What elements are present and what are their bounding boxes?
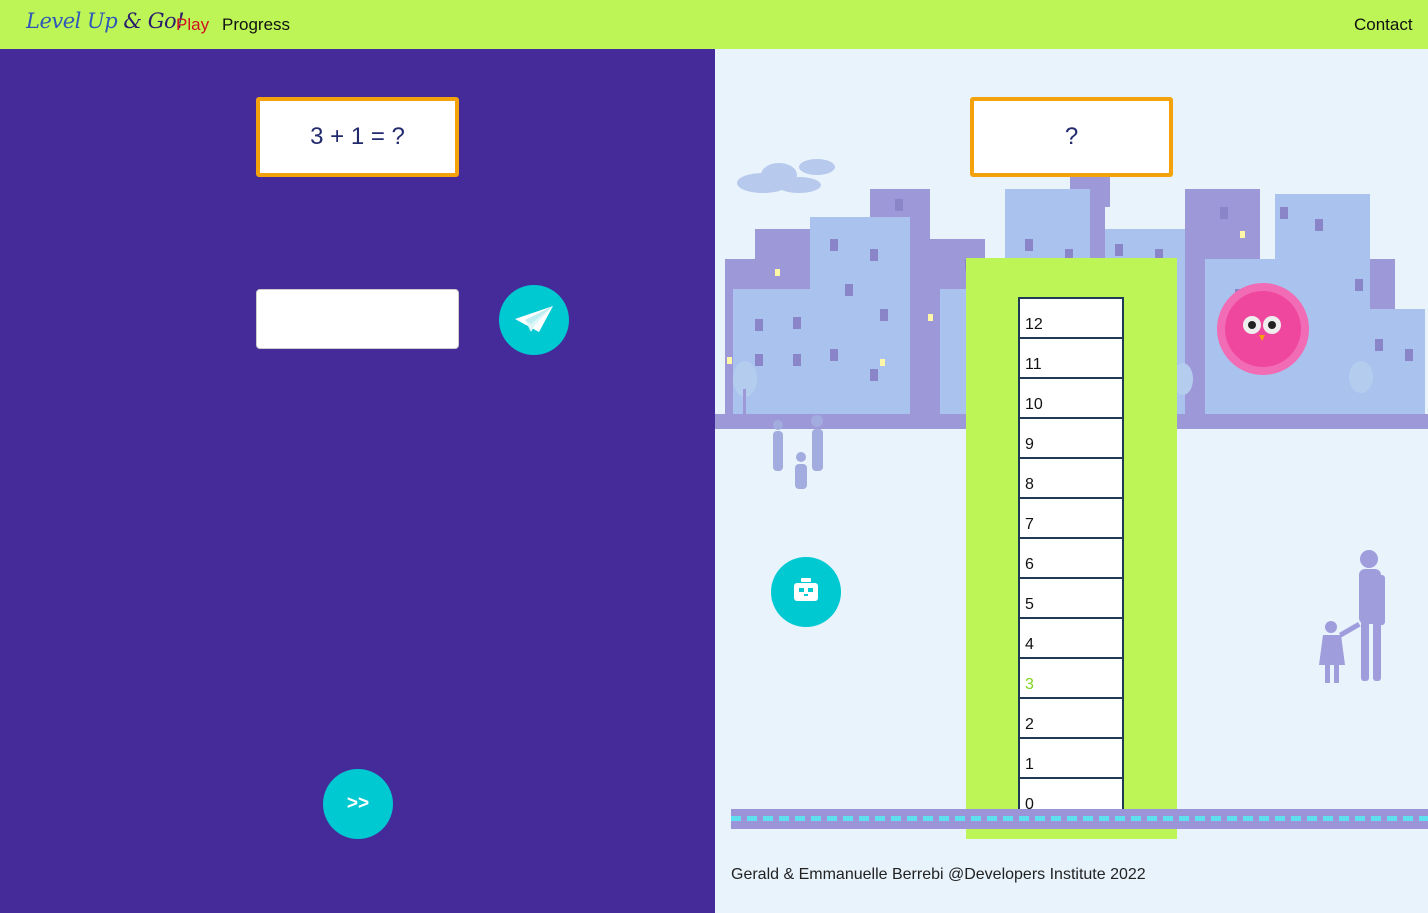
ladder-level: 12 <box>1020 299 1122 339</box>
ladder-level: 4 <box>1020 619 1122 659</box>
ladder-level: 2 <box>1020 699 1122 739</box>
submit-answer-button[interactable] <box>499 285 569 355</box>
footer-credit: Gerald & Emmanuelle Berrebi @Developers … <box>731 866 1146 883</box>
brand-ampersand: & <box>123 9 142 33</box>
nav-link-play[interactable]: Play <box>176 15 209 35</box>
brand-text-part1: Level Up <box>26 9 124 33</box>
paper-plane-icon <box>513 304 555 337</box>
ladder-level: 3 <box>1020 659 1122 699</box>
brand-logo[interactable]: Level Up & Go! <box>26 9 185 33</box>
nav-link-progress[interactable]: Progress <box>222 15 290 35</box>
ladder-level: 10 <box>1020 379 1122 419</box>
question-box: 3 + 1 = ? <box>256 97 459 177</box>
ladder-level: 5 <box>1020 579 1122 619</box>
nav-link-contact[interactable]: Contact <box>1354 15 1413 35</box>
family-silhouette-illustration <box>1319 550 1385 683</box>
ladder-level: 7 <box>1020 499 1122 539</box>
top-navbar: Level Up & Go! Play Progress Contact <box>0 0 1428 49</box>
ladder-level: 6 <box>1020 539 1122 579</box>
ladder-level: 1 <box>1020 739 1122 779</box>
robot-helper-button[interactable] <box>771 557 841 627</box>
level-panel: ? 1211109876543210 Gerald & <box>715 49 1428 913</box>
ground-track <box>731 809 1428 829</box>
level-ladder: 12 11 10 9 8 7 6 5 4 3 2 1 0 <box>1018 297 1124 819</box>
pink-monster-character <box>1217 283 1309 375</box>
next-question-button[interactable]: >> <box>323 769 393 839</box>
answer-input[interactable] <box>256 289 459 349</box>
ladder-level: 9 <box>1020 419 1122 459</box>
answer-display-box: ? <box>970 97 1173 177</box>
question-panel: 3 + 1 = ? >> <box>0 49 715 913</box>
robot-icon <box>793 577 819 607</box>
ladder-level: 11 <box>1020 339 1122 379</box>
ladder-level: 8 <box>1020 459 1122 499</box>
